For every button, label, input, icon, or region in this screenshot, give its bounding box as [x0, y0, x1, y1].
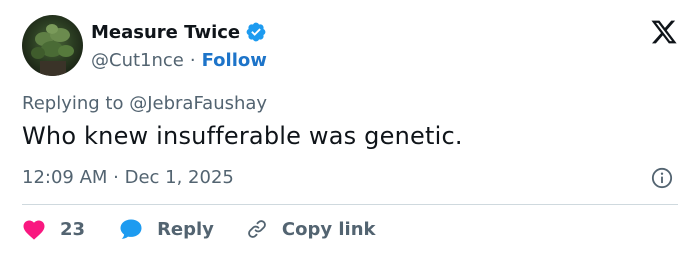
verified-badge-icon [246, 22, 266, 42]
like-count: 23 [60, 218, 86, 240]
like-button[interactable]: 23 [22, 218, 85, 240]
info-icon[interactable] [651, 167, 673, 189]
replying-to: Replying to @JebraFaushay [22, 93, 267, 114]
copy-link-button[interactable]: Copy link [246, 218, 376, 240]
follow-button[interactable]: Follow [202, 50, 267, 71]
avatar[interactable] [22, 15, 83, 76]
tweet-timestamp[interactable]: 12:09 AM · Dec 1, 2025 [22, 167, 234, 188]
author-handle[interactable]: @Cut1nce [91, 50, 184, 71]
copy-link-label: Copy link [281, 218, 376, 240]
author-name-row: Measure Twice [91, 20, 267, 44]
tweet-text: Who knew insufferable was genetic. [22, 122, 463, 150]
avatar-plant-image [31, 24, 74, 76]
reply-button[interactable]: Reply [119, 218, 214, 240]
reply-bubble-icon [120, 219, 142, 239]
reply-label: Reply [157, 218, 214, 240]
author-handle-row: @Cut1nce · Follow [91, 48, 267, 72]
separator-dot: · [189, 49, 196, 71]
link-icon [248, 220, 266, 238]
author-display-name[interactable]: Measure Twice [91, 22, 240, 43]
x-logo-icon[interactable] [650, 18, 678, 46]
replying-to-label: Replying to [22, 93, 124, 114]
heart-icon [23, 220, 45, 240]
divider [22, 204, 678, 205]
reply-mention-link[interactable]: @JebraFaushay [129, 93, 267, 114]
action-bar: 23 Reply Copy link [22, 216, 376, 242]
